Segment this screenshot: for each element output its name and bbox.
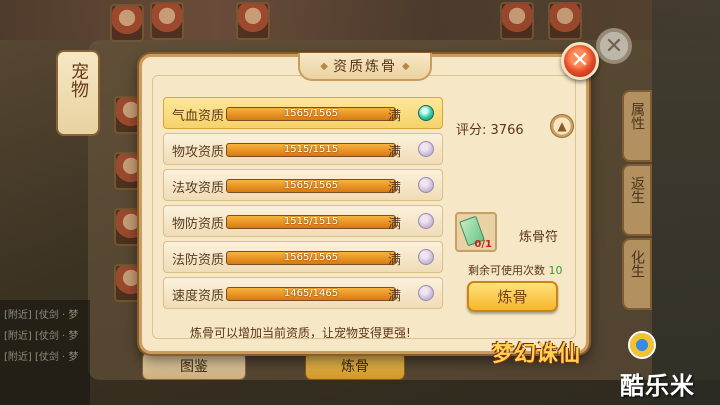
chat-box[interactable]: [附近] [仗剑 · 梦 [附近] [仗剑 · 梦 [附近] [仗剑 · 梦 [0,300,90,405]
item-name: 炼骨符 [519,230,559,245]
tab-rebirth[interactable]: 返生 [622,164,652,236]
hud-portrait [236,2,270,40]
stat-row[interactable]: 物防资质 1515/1515 满 [163,205,443,237]
chat-line: [附近] [仗剑 · 梦 [4,352,79,363]
stat-status: 满 [388,109,402,124]
close-icon: ✕ [570,48,590,73]
stat-row[interactable]: 法防资质 1565/1565 满 [163,241,443,273]
item-slot[interactable]: 0/1 [455,212,497,252]
remaining-value: 10 [548,264,563,277]
lantern-text: 宠物 [68,62,89,98]
tab-label: 化生 [629,250,645,278]
site-watermark: 酷乐米 [620,372,695,400]
tab-attributes[interactable]: 属性 [622,90,652,162]
close-button[interactable]: ✕ [561,42,599,80]
stat-label: 速度资质 [172,289,225,304]
stat-progress-bar: 1465/1465 [226,287,396,301]
stat-row[interactable]: 速度资质 1465/1465 满 [163,277,443,309]
stat-progress-bar: 1565/1565 [226,251,396,265]
stat-status: 满 [388,145,402,160]
ornament-icon: ◆ [320,60,328,72]
chat-line: [附近] [仗剑 · 梦 [4,310,79,321]
stat-progress-bar: 1565/1565 [226,179,396,193]
select-radio-icon[interactable] [418,177,434,193]
stat-row[interactable]: 法攻资质 1565/1565 满 [163,169,443,201]
select-radio-icon[interactable] [418,141,434,157]
stat-label: 气血资质 [172,109,225,124]
tab-label: 返生 [629,176,645,204]
refine-button[interactable]: 炼骨 [467,281,558,312]
stat-value: 1565/1565 [283,108,339,119]
stat-progress-bar: 1565/1565 [226,107,396,121]
refine-bone-tab-button[interactable]: 炼骨 [305,352,405,380]
ornament-icon: ◆ [402,60,410,72]
stat-value: 1465/1465 [283,288,339,299]
stat-progress-bar: 1515/1515 [226,215,396,229]
stat-value: 1565/1565 [283,252,339,263]
tab-label: 属性 [629,102,645,130]
site-logo-icon [628,331,656,359]
hud-portrait [548,2,582,40]
score-label: 评分: [456,123,487,138]
right-hud-column [652,0,720,405]
stat-status: 满 [388,253,402,268]
dialog-title: 资质炼骨 [333,59,397,75]
panel-close-icon[interactable]: ✕ [596,28,632,64]
stat-label: 法防资质 [172,253,225,268]
select-radio-icon[interactable] [418,213,434,229]
stat-row[interactable]: 气血资质 1565/1565 满 [163,97,443,129]
stat-status: 满 [388,181,402,196]
select-radio-icon[interactable] [418,105,434,121]
chat-line: [附近] [仗剑 · 梦 [4,331,79,342]
hud-portrait [150,2,184,40]
select-radio-icon[interactable] [418,285,434,301]
stat-value: 1565/1565 [283,180,339,191]
remaining-uses: 剩余可使用次数 10 [468,262,563,278]
stat-list: 气血资质 1565/1565 满物攻资质 1515/1515 满法攻资质 1565/156… [163,97,443,313]
item-count: 0/1 [474,239,492,250]
score-up-icon[interactable]: ▲ [550,114,574,138]
stat-value: 1515/1515 [283,216,339,227]
score-display: 评分: 3766 [456,119,524,138]
stat-row[interactable]: 物攻资质 1515/1515 满 [163,133,443,165]
stat-progress-bar: 1515/1515 [226,143,396,157]
stat-label: 物防资质 [172,217,225,232]
stat-label: 物攻资质 [172,145,225,160]
game-logo: 梦幻诛仙 [492,341,581,367]
tab-transform[interactable]: 化生 [622,238,652,310]
stat-value: 1515/1515 [283,144,339,155]
hint-text: 炼骨可以增加当前资质，让宠物变得更强! [190,326,411,340]
stat-status: 满 [388,217,402,232]
stat-status: 满 [388,289,402,304]
hud-portrait [110,4,144,42]
hud-portrait [500,2,534,40]
remaining-label: 剩余可使用次数 [468,264,545,277]
score-value: 3766 [490,123,524,138]
pet-lantern-sign: 宠物 [56,50,100,136]
dialog-title-tab: ◆ 资质炼骨 ◆ [298,53,432,81]
atlas-button[interactable]: 图鉴 [142,352,246,380]
stat-label: 法攻资质 [172,181,225,196]
select-radio-icon[interactable] [418,249,434,265]
